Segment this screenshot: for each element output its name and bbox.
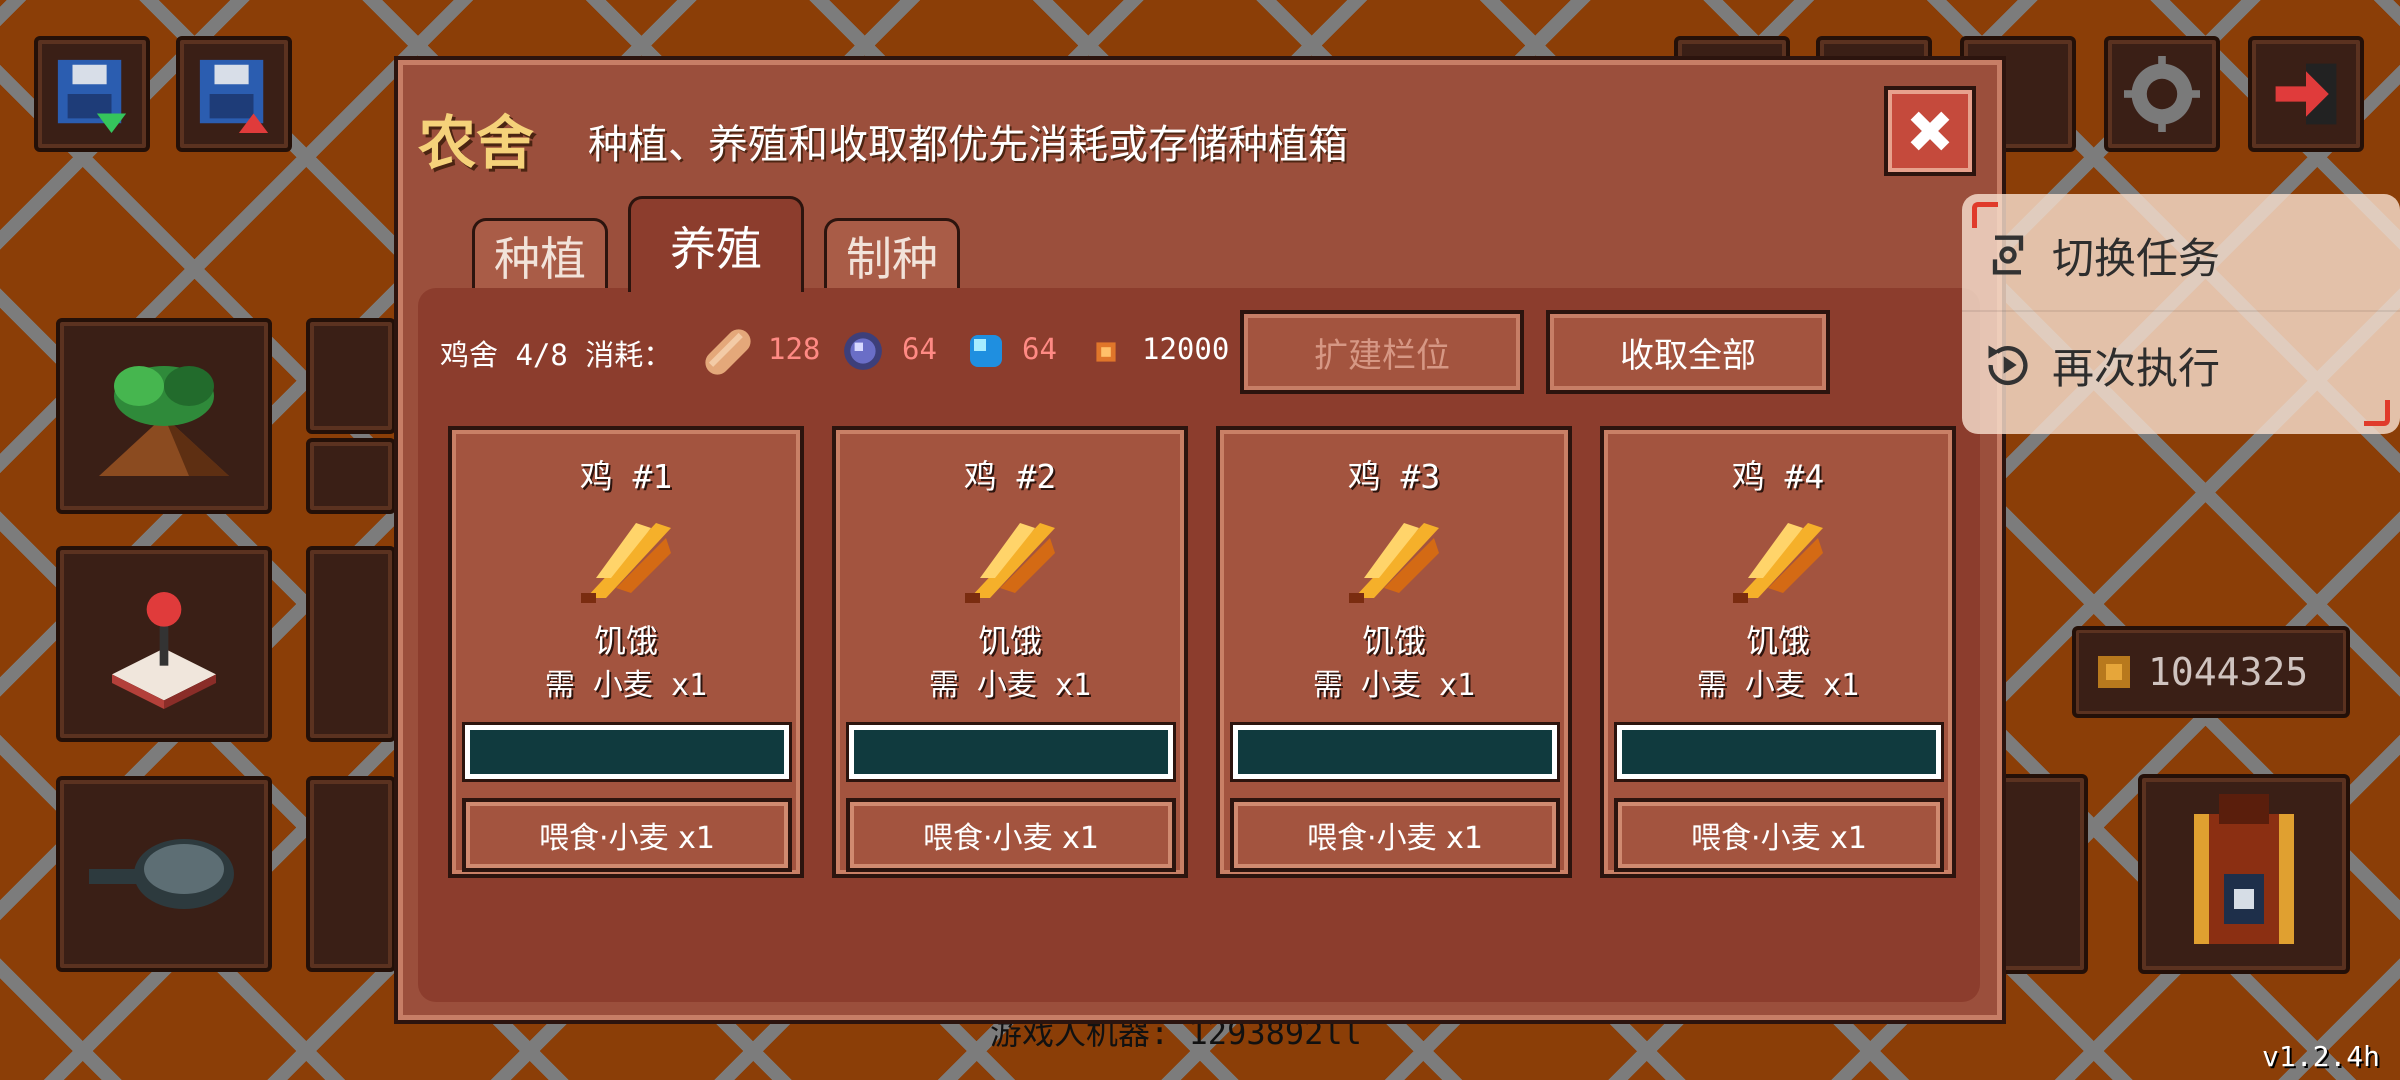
coin-counter: 1044325: [2072, 626, 2350, 718]
replay-icon: [1988, 345, 2028, 386]
item-tile-button[interactable]: [306, 546, 396, 742]
chicken-state: 饥饿: [1745, 622, 1810, 660]
task-overlay: 切换任务 再次执行: [1962, 194, 2400, 434]
expand-slots-button[interactable]: 扩建栏位: [1240, 310, 1524, 394]
switch-task-label: 切换任务: [2052, 233, 2221, 283]
gem-count: 64: [1022, 332, 1057, 366]
wheat-feather-icon: [965, 523, 1055, 603]
progress-bar: [846, 722, 1176, 782]
orb-count: 64: [902, 332, 937, 366]
tab-label: 制种: [846, 231, 938, 286]
blue-gem-icon: [970, 335, 1002, 367]
progress-track: [1622, 730, 1936, 774]
floppy-disk-upload-icon: [57, 59, 127, 133]
progress-track: [1238, 730, 1552, 774]
chicken-need: 需 小麦 x1: [544, 668, 708, 703]
rerun-button[interactable]: 再次执行: [1982, 320, 2392, 410]
cooking-tile-button[interactable]: [56, 776, 272, 972]
wheat-feather-icon: [581, 523, 671, 603]
feed-label: 喂食·小麦 x1: [923, 821, 1099, 856]
backpack-icon: [2194, 794, 2294, 944]
feed-label: 喂食·小麦 x1: [1691, 821, 1867, 856]
tab-planting[interactable]: 种植: [472, 218, 608, 290]
exit-arrow-icon: [2275, 63, 2337, 125]
chicken-state: 饥饿: [977, 622, 1042, 660]
farm-tile-button[interactable]: [56, 318, 272, 514]
chicken-card: 鸡 #2 饥饿 需 小麦 x1 喂食·小麦 x1: [832, 426, 1188, 878]
chicken-name: 鸡 #4: [1731, 457, 1825, 496]
switch-task-button[interactable]: 切换任务: [1982, 210, 2392, 300]
chest-tile-button[interactable]: [306, 318, 396, 434]
switch-task-icon: [1992, 235, 2024, 275]
chicken-state: 饥饿: [593, 622, 658, 660]
collect-all-button[interactable]: 收取全部: [1546, 310, 1830, 394]
coin-icon: [1096, 342, 1116, 362]
progress-track: [470, 730, 784, 774]
gear-icon: [2124, 56, 2200, 132]
feed-button[interactable]: 喂食·小麦 x1: [1230, 798, 1560, 872]
wheat-feather-icon: [1349, 523, 1439, 603]
save-button[interactable]: [34, 36, 150, 152]
progress-track: [854, 730, 1168, 774]
barrel-tile-button[interactable]: [306, 438, 396, 514]
coin-cost: 12000: [1142, 332, 1230, 366]
settings-button[interactable]: [2104, 36, 2220, 152]
chicken-card: 鸡 #4 饥饿 需 小麦 x1 喂食·小麦 x1: [1600, 426, 1956, 878]
dialog-title: 农舍: [418, 109, 535, 177]
bread-count: 128: [768, 332, 821, 366]
expand-slots-label: 扩建栏位: [1314, 335, 1450, 376]
coin-icon: [2098, 656, 2130, 688]
coop-stat-label: 鸡舍 4/8 消耗：: [440, 338, 673, 372]
tab-label: 种植: [494, 231, 586, 286]
chicken-need: 需 小麦 x1: [928, 668, 1092, 703]
rerun-label: 再次执行: [2052, 343, 2221, 393]
tab-label: 养殖: [670, 221, 762, 276]
collect-all-label: 收取全部: [1620, 335, 1756, 376]
close-icon: [1910, 111, 1950, 151]
backpack-button[interactable]: [2138, 774, 2350, 974]
tab-seeding[interactable]: 制种: [824, 218, 960, 290]
close-button[interactable]: [1884, 86, 1976, 176]
chicken-name: 鸡 #1: [579, 457, 673, 496]
chicken-card: 鸡 #1 饥饿 需 小麦 x1 喂食·小麦 x1: [448, 426, 804, 878]
plant-soil-icon: [99, 366, 229, 476]
tab-breeding[interactable]: 养殖: [628, 196, 804, 292]
chicken-need: 需 小麦 x1: [1696, 668, 1860, 703]
feed-label: 喂食·小麦 x1: [1307, 821, 1483, 856]
feed-button[interactable]: 喂食·小麦 x1: [846, 798, 1176, 872]
chicken-need: 需 小麦 x1: [1312, 668, 1476, 703]
exit-button[interactable]: [2248, 36, 2364, 152]
feed-button[interactable]: 喂食·小麦 x1: [1614, 798, 1944, 872]
bread-icon: [705, 329, 751, 375]
progress-bar: [1614, 722, 1944, 782]
chicken-name: 鸡 #3: [1347, 457, 1441, 496]
wheat-feather-icon: [1733, 523, 1823, 603]
floppy-disk-download-icon: [199, 59, 269, 133]
frying-pan-icon: [89, 839, 234, 909]
progress-bar: [462, 722, 792, 782]
load-button[interactable]: [176, 36, 292, 152]
progress-bar: [1230, 722, 1560, 782]
chicken-name: 鸡 #2: [963, 457, 1057, 496]
feed-label: 喂食·小麦 x1: [539, 821, 715, 856]
arcade-tile-button[interactable]: [56, 546, 272, 742]
dialog-subtitle: 种植、养殖和收取都优先消耗或存储种植箱: [588, 122, 1348, 168]
version-label: v1.2.4h: [2262, 1040, 2381, 1073]
coin-amount: 1044325: [2148, 650, 2309, 694]
chicken-state: 饥饿: [1361, 622, 1426, 660]
feed-button[interactable]: 喂食·小麦 x1: [462, 798, 792, 872]
joystick-icon: [112, 592, 216, 709]
purple-orb-icon: [844, 332, 882, 370]
item-tile-button-2[interactable]: [306, 776, 396, 972]
overlay-divider: [1962, 310, 2400, 312]
chicken-card: 鸡 #3 饥饿 需 小麦 x1 喂食·小麦 x1: [1216, 426, 1572, 878]
